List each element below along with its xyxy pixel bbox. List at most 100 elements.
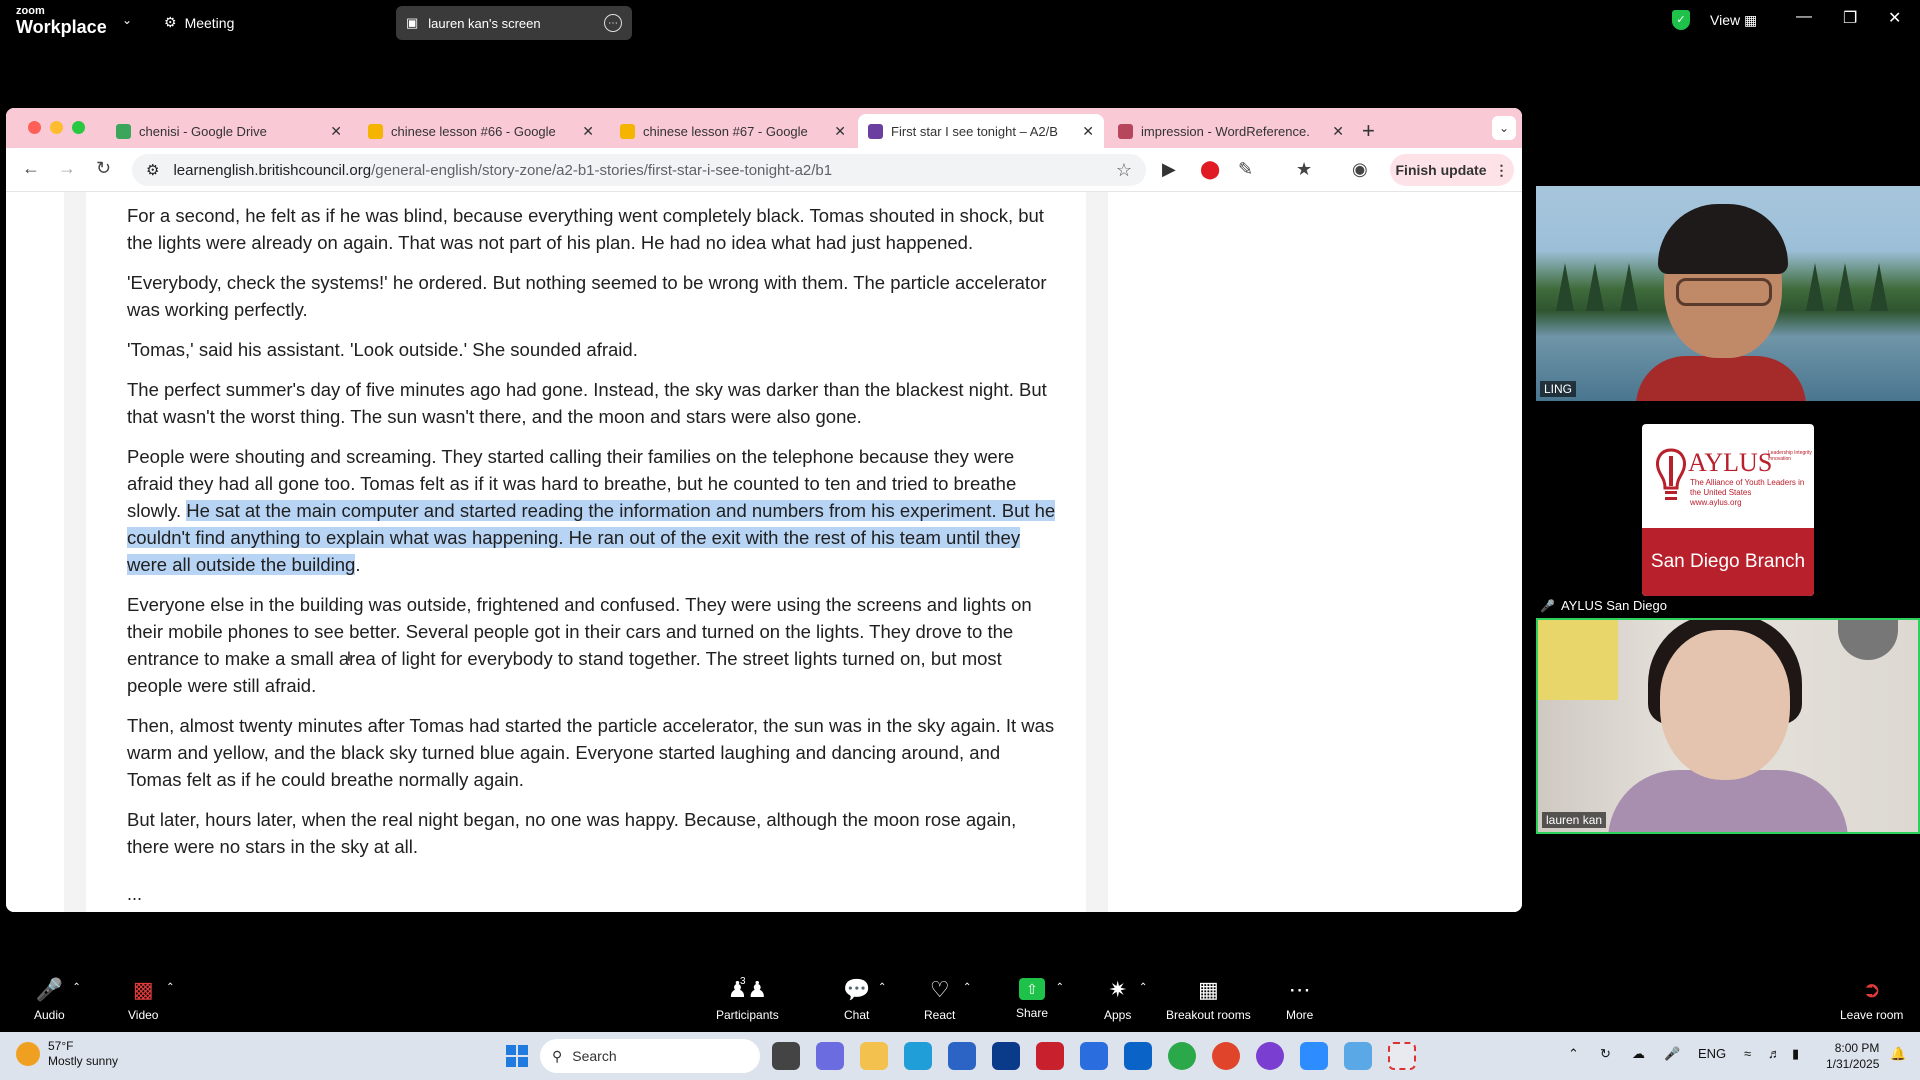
meeting-icon: ⚙ — [164, 14, 177, 30]
extensions-puzzle-icon[interactable]: ✎ — [1238, 159, 1253, 180]
clock[interactable]: 8:00 PM 1/31/2025 — [1826, 1040, 1879, 1072]
share-label: Share — [1016, 1006, 1049, 1020]
chevron-up-icon[interactable]: ⌃ — [878, 982, 886, 993]
chat-button[interactable]: 💬 Chat ⌃ — [843, 977, 886, 1023]
battery-icon[interactable]: ▮ — [1792, 1046, 1799, 1062]
zoom-top-bar: zoom Workplace ⌄ ⚙ Meeting ▣ lauren kan'… — [0, 0, 1920, 44]
restore-window-button[interactable]: ❐ — [1843, 8, 1857, 28]
paragraph-text: . — [355, 554, 361, 575]
more-options-icon[interactable]: ⋯ — [604, 14, 622, 32]
close-tab-icon[interactable]: ✕ — [834, 123, 846, 140]
apps-button[interactable]: ✷ Apps ⌃ — [1104, 978, 1147, 1023]
chrome-icon[interactable] — [1168, 1042, 1196, 1070]
encryption-shield-icon[interactable]: ✓ — [1672, 10, 1690, 30]
close-window-button[interactable]: ✕ — [1888, 8, 1901, 28]
chevron-up-icon[interactable]: ⌃ — [1056, 982, 1064, 993]
chevron-up-icon[interactable]: ⌃ — [1568, 1046, 1579, 1062]
audio-button[interactable]: 🎤 Audio ⌃ — [34, 978, 81, 1023]
cloud-icon[interactable]: ☁ — [1632, 1046, 1645, 1062]
language-indicator[interactable]: ENG — [1698, 1046, 1726, 1061]
text-cursor-icon: I — [347, 648, 351, 664]
weather-widget[interactable]: 57°F Mostly sunny — [16, 1039, 118, 1069]
bookmarks-icon[interactable]: ★ — [1296, 159, 1312, 180]
task-view-icon[interactable] — [772, 1042, 800, 1070]
participant-video — [1636, 204, 1806, 401]
l-app-icon[interactable] — [992, 1042, 1020, 1070]
participants-button[interactable]: ♟♟ 3 Participants — [716, 976, 779, 1022]
copilot-icon[interactable] — [816, 1042, 844, 1070]
address-bar[interactable]: ⚙ learnenglish.britishcouncil.org/genera… — [132, 154, 1146, 186]
video-tile-lauren[interactable]: lauren kan — [1536, 618, 1920, 834]
chevron-up-icon[interactable]: ⌃ — [963, 982, 971, 993]
new-tab-icon[interactable]: + — [1362, 118, 1375, 144]
taskbar-search[interactable]: ⚲ Search — [540, 1039, 760, 1073]
dropbox-icon[interactable] — [1080, 1042, 1108, 1070]
edge-icon[interactable] — [904, 1042, 932, 1070]
screen-share-indicator[interactable]: ▣ lauren kan's screen ⋯ — [396, 6, 632, 40]
finish-update-button[interactable]: Finish update ⋮ — [1390, 154, 1514, 186]
meeting-menu[interactable]: ⚙ Meeting — [164, 14, 234, 31]
video-tile-ling[interactable]: LING — [1536, 186, 1920, 401]
close-tab-icon[interactable]: ✕ — [582, 123, 594, 140]
chevron-up-icon[interactable]: ⌃ — [166, 982, 174, 993]
close-tab-icon[interactable]: ✕ — [1332, 123, 1344, 140]
share-button[interactable]: ⇧ Share ⌃ — [1016, 978, 1064, 1020]
person-body — [1636, 356, 1806, 401]
chat-icon: 💬 — [843, 977, 871, 1002]
chrome-profile-icon[interactable] — [1212, 1042, 1240, 1070]
close-tab-icon[interactable]: ✕ — [1082, 123, 1094, 140]
minimize-dot[interactable] — [50, 121, 63, 134]
sync-icon[interactable]: ↻ — [1600, 1046, 1611, 1062]
site-info-icon[interactable]: ⚙ — [146, 161, 159, 179]
selected-text[interactable]: He sat at the main computer and started … — [127, 500, 1056, 575]
more-label: More — [1286, 1008, 1314, 1022]
profile-icon[interactable]: ◉ — [1352, 159, 1368, 180]
tab-chinese-lesson-66[interactable]: chinese lesson #66 - Google ✕ — [358, 114, 604, 148]
video-button[interactable]: ▩ Video ⌃ — [128, 978, 174, 1023]
chrome-profile-icon[interactable] — [1256, 1042, 1284, 1070]
play-extension-icon[interactable]: ▶ — [1162, 159, 1176, 180]
mcafee-icon[interactable] — [1036, 1042, 1064, 1070]
snipping-tool-icon[interactable] — [1388, 1042, 1416, 1070]
zoom-dot[interactable] — [72, 121, 85, 134]
reload-icon[interactable]: ↻ — [96, 158, 111, 179]
forward-icon[interactable]: → — [58, 158, 76, 179]
breakout-rooms-button[interactable]: ▦ Breakout rooms — [1166, 978, 1251, 1023]
browser-toolbar: ← → ↻ ⚙ learnenglish.britishcouncil.org/… — [6, 148, 1522, 192]
tab-first-star[interactable]: First star I see tonight – A2/B ✕ — [858, 114, 1104, 148]
file-explorer-icon[interactable] — [860, 1042, 888, 1070]
wordreference-icon — [1118, 123, 1133, 139]
more-button[interactable]: ⋯ More — [1286, 978, 1314, 1023]
tab-chinese-lesson-67[interactable]: chinese lesson #67 - Google ✕ — [610, 114, 856, 148]
bookmark-star-icon[interactable]: ☆ — [1116, 160, 1132, 181]
view-menu[interactable]: View ▦ — [1710, 12, 1757, 29]
store-icon[interactable] — [948, 1042, 976, 1070]
chevron-down-icon[interactable]: ⌄ — [122, 13, 132, 27]
zoom-logo: zoom Workplace — [16, 6, 107, 37]
zoom-app-icon[interactable] — [1300, 1042, 1328, 1070]
video-tile-aylus[interactable]: AYLUS Leadership Integrity Innovation Th… — [1536, 420, 1920, 618]
notifications-icon[interactable]: 🔔 — [1890, 1046, 1906, 1062]
volume-icon[interactable]: ♬ — [1768, 1046, 1781, 1061]
chevron-up-icon[interactable]: ⌃ — [1139, 982, 1147, 993]
tab-search-icon[interactable]: ⌄ — [1492, 116, 1516, 140]
share-screen-icon: ⇧ — [1019, 978, 1046, 1000]
tab-wordreference[interactable]: impression - WordReference. ✕ — [1108, 114, 1354, 148]
microphone-icon[interactable]: 🎤 — [1664, 1046, 1680, 1062]
wifi-icon[interactable]: ≈ — [1744, 1046, 1751, 1061]
close-tab-icon[interactable]: ✕ — [330, 123, 342, 140]
paragraph: But later, hours later, when the real ni… — [127, 809, 1017, 857]
react-button[interactable]: ♡ React ⌃ — [924, 978, 971, 1023]
tree-shape — [1870, 263, 1888, 311]
app-icon[interactable] — [1344, 1042, 1372, 1070]
leave-room-button[interactable]: ➲ Leave room — [1840, 978, 1903, 1023]
close-dot[interactable] — [28, 121, 41, 134]
meeting-label: Meeting — [184, 14, 235, 31]
tab-google-drive[interactable]: chenisi - Google Drive ✕ — [106, 114, 352, 148]
chevron-up-icon[interactable]: ⌃ — [72, 982, 80, 993]
opera-extension-icon[interactable]: ⬤ — [1200, 159, 1220, 180]
outlook-icon[interactable] — [1124, 1042, 1152, 1070]
minimize-window-button[interactable]: — — [1796, 8, 1812, 26]
back-icon[interactable]: ← — [22, 158, 40, 179]
windows-start-icon[interactable] — [506, 1045, 528, 1067]
